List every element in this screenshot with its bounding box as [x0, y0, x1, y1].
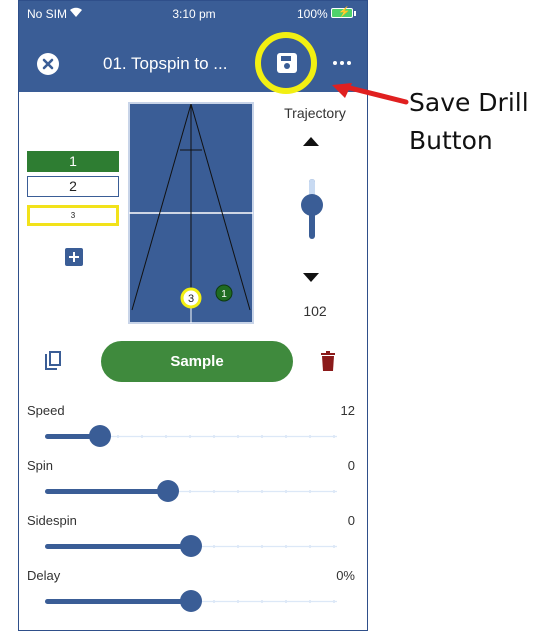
slider-value-delay: 0% [336, 568, 355, 583]
slider-thumb-delay[interactable] [180, 590, 202, 612]
slider-label-speed: Speed [27, 403, 65, 418]
slider-thumb-spin[interactable] [157, 480, 179, 502]
table-diagram: 3 1 [128, 102, 254, 324]
table-marker-1-label: 1 [221, 289, 227, 300]
slider-fill-spin [45, 489, 168, 494]
delete-button[interactable] [321, 351, 335, 371]
slider-value-sidespin: 0 [347, 513, 355, 528]
battery-percent: 100% [297, 7, 328, 21]
slider-thumb-sidespin[interactable] [180, 535, 202, 557]
phone-screen: No SIM 3:10 pm 100% ⚡ 01. Topspin to ...… [18, 0, 368, 631]
add-ball-button[interactable] [65, 248, 83, 266]
more-options-button[interactable] [331, 55, 353, 71]
sample-button[interactable]: Sample [101, 341, 293, 382]
table-marker-3-label: 3 [188, 293, 194, 305]
annotation-line-1: Save Drill [409, 88, 529, 117]
trajectory-down-arrow-icon[interactable] [303, 273, 319, 282]
slider-label-delay: Delay [27, 568, 61, 583]
trash-icon [321, 351, 335, 371]
slider-value-spin: 0 [347, 458, 355, 473]
slider-thumb-speed[interactable] [89, 425, 111, 447]
more-dot [340, 61, 344, 65]
trajectory-up-arrow-icon[interactable] [303, 137, 319, 146]
slider-value-speed: 12 [340, 403, 355, 418]
close-button[interactable] [37, 53, 59, 75]
copy-icon [45, 351, 61, 370]
trajectory-value: 102 [303, 303, 327, 319]
ball-item-2[interactable]: 2 [27, 176, 119, 197]
annotation-arrow-icon [332, 83, 409, 105]
app-header: No SIM 3:10 pm 100% ⚡ 01. Topspin to ... [19, 1, 367, 94]
more-dot [333, 61, 337, 65]
more-dot [347, 61, 351, 65]
close-icon [42, 58, 54, 70]
ball-item-1[interactable]: 1 [27, 151, 119, 172]
slider-label-spin: Spin [27, 458, 54, 473]
annotation-text: Save Drill Button [409, 84, 538, 160]
trajectory-slider-thumb[interactable] [301, 194, 323, 216]
table-view[interactable]: 3 1 [128, 102, 254, 324]
slider-fill-delay [45, 599, 191, 604]
annotation-line-2: Button [409, 126, 493, 155]
save-icon [281, 56, 291, 69]
save-drill-button[interactable] [277, 53, 297, 73]
slider-fill-sidespin [45, 544, 191, 549]
battery-icon: ⚡ [331, 7, 356, 18]
drill-title: 01. Topspin to ... [103, 54, 228, 73]
copy-button[interactable] [43, 350, 63, 372]
slider-label-sidespin: Sidespin [27, 513, 77, 528]
charging-bolt-icon: ⚡ [338, 7, 351, 18]
ball-item-3[interactable]: 3 [27, 205, 119, 226]
